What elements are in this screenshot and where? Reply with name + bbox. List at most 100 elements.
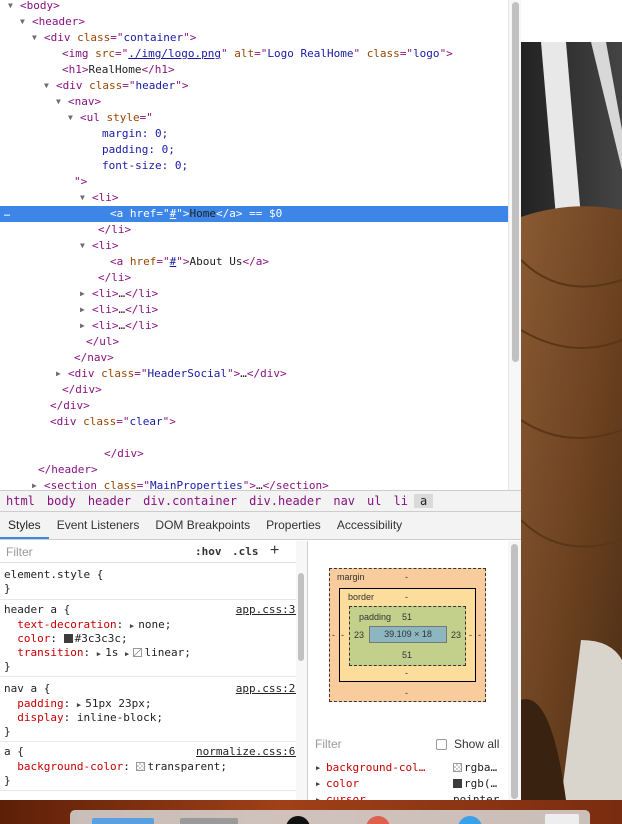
rule-end[interactable]: } — [4, 660, 11, 674]
expand-triangle-icon[interactable]: ▼ — [44, 78, 53, 94]
breadcrumb-html[interactable]: html — [0, 494, 41, 508]
dom-node[interactable]: ▼ <body> — [0, 0, 508, 14]
elements-dom-tree[interactable]: ▼ <body> ▼ <header> ▼ <div class="container">… — [0, 0, 508, 490]
computed-property[interactable]: ▶ color rgb(… — [308, 776, 508, 792]
breadcrumb-div-container[interactable]: div.container — [137, 494, 243, 508]
style-rule-selector[interactable]: nav a { — [4, 682, 50, 696]
dom-node[interactable]: </header> — [0, 462, 508, 478]
show-all-checkbox[interactable] — [436, 739, 447, 750]
dom-node[interactable]: ▼ <div class="container"> — [0, 30, 508, 46]
class-toggle[interactable]: .cls — [232, 545, 259, 558]
collapse-triangle-icon[interactable]: ▶ — [56, 366, 65, 382]
css-declaration[interactable]: transition: ▶ 1s ▶ linear; — [4, 646, 191, 660]
border-top-value[interactable]: - — [405, 592, 408, 602]
computed-scrollbar[interactable] — [508, 541, 521, 800]
dom-node[interactable] — [0, 430, 508, 446]
css-declaration[interactable]: display: inline-block; — [4, 711, 163, 725]
dom-node[interactable]: </li> — [0, 222, 508, 238]
breadcrumb-body[interactable]: body — [41, 494, 82, 508]
rule-end[interactable]: } — [4, 582, 11, 596]
expand-triangle-icon[interactable]: ▶ — [316, 776, 320, 792]
dom-node[interactable]: <img src="./img/logo.png" alt="Logo Real… — [0, 46, 508, 62]
rule-source-link[interactable]: app.css:39 — [236, 603, 302, 616]
dom-node[interactable]: <a href="#">About Us</a> — [0, 254, 508, 270]
dom-node[interactable]: ▼ <nav> — [0, 94, 508, 110]
padding-top-value[interactable]: 51 — [402, 612, 412, 622]
css-declaration[interactable]: background-color: transparent; — [4, 760, 227, 774]
expand-triangle-icon[interactable]: ▼ — [20, 14, 29, 30]
dom-node[interactable]: <div class="clear"> — [0, 414, 508, 430]
rule-source-link[interactable]: app.css:20 — [236, 682, 302, 695]
margin-bottom-value[interactable]: - — [405, 688, 408, 698]
computed-property[interactable]: ▶ cursor pointer — [308, 792, 508, 800]
rule-end[interactable]: } — [4, 725, 11, 739]
dom-node[interactable]: ▼ <header> — [0, 14, 508, 30]
expand-triangle-icon[interactable]: ▼ — [68, 110, 77, 126]
hover-state-toggle[interactable]: :hov — [195, 545, 222, 558]
expand-triangle-icon[interactable]: ▼ — [56, 94, 65, 110]
breadcrumb-a[interactable]: a — [413, 494, 434, 508]
css-declaration[interactable]: padding: ▶ 51px 23px; — [4, 697, 151, 711]
css-declaration[interactable]: text-decoration: ▶ none; — [4, 618, 171, 632]
padding-left-value[interactable]: 23 — [354, 630, 364, 640]
color-swatch-icon[interactable] — [63, 634, 73, 643]
dom-node[interactable]: </div> — [0, 446, 508, 462]
dom-node[interactable]: ▶ <li>…</li> — [0, 318, 508, 334]
breadcrumb-ul[interactable]: ul — [361, 494, 387, 508]
collapse-triangle-icon[interactable]: ▶ — [80, 302, 89, 318]
rule-end[interactable]: } — [4, 774, 11, 788]
collapse-triangle-icon[interactable]: ▶ — [80, 318, 89, 334]
dom-node[interactable]: </nav> — [0, 350, 508, 366]
dom-node[interactable]: ▼ <li> — [0, 238, 508, 254]
expand-triangle-icon[interactable]: ▼ — [8, 0, 17, 14]
dom-node[interactable]: ▶ <li>…</li> — [0, 286, 508, 302]
margin-top-value[interactable]: - — [405, 572, 408, 582]
show-all-label[interactable]: Show all — [454, 737, 499, 751]
dom-node[interactable]: </ul> — [0, 334, 508, 350]
expand-triangle-icon[interactable]: ▼ — [32, 30, 41, 46]
border-right-value[interactable]: - — [469, 630, 472, 640]
border-left-value[interactable]: - — [341, 630, 344, 640]
breadcrumb-li[interactable]: li — [387, 494, 413, 508]
computed-property[interactable]: ▶ background-col… rgba… — [308, 760, 508, 776]
dom-node[interactable]: "> — [0, 174, 508, 190]
style-rule-selector[interactable]: a { — [4, 745, 24, 759]
box-model-content[interactable]: 39.109 × 18 — [369, 626, 447, 643]
tab-styles[interactable]: Styles — [0, 512, 49, 539]
dom-node[interactable]: font-size: 0; — [0, 158, 508, 174]
styles-scrollbar[interactable] — [296, 541, 307, 800]
css-declaration[interactable]: color: #3c3c3c; — [4, 632, 127, 646]
tab-properties[interactable]: Properties — [258, 512, 329, 539]
styles-filter-input[interactable]: Filter — [6, 545, 33, 559]
computed-filter-input[interactable]: Filter — [315, 737, 342, 751]
margin-left-value[interactable]: - — [332, 630, 335, 640]
scrollbar-thumb[interactable] — [512, 2, 519, 362]
breadcrumb-nav[interactable]: nav — [327, 494, 361, 508]
dom-node[interactable]: ▶ <div class="HeaderSocial">…</div> — [0, 366, 508, 382]
rule-source-link[interactable]: normalize.css:68 — [196, 745, 302, 758]
expand-triangle-icon[interactable]: ▼ — [80, 190, 89, 206]
expand-triangle-icon[interactable]: ▶ — [316, 792, 320, 800]
padding-right-value[interactable]: 23 — [451, 630, 461, 640]
dom-node[interactable]: ▼ <ul style=" — [0, 110, 508, 126]
expand-triangle-icon[interactable]: ▶ — [316, 760, 320, 776]
scrollbar-thumb[interactable] — [511, 544, 518, 799]
dom-node[interactable]: ▼ <li> — [0, 190, 508, 206]
new-style-rule-button[interactable]: + — [270, 542, 279, 560]
tab-event-listeners[interactable]: Event Listeners — [49, 512, 148, 539]
collapse-triangle-icon[interactable]: ▶ — [80, 286, 89, 302]
dom-tree-scrollbar[interactable] — [508, 0, 521, 490]
dom-node[interactable]: ▶ <li>…</li> — [0, 302, 508, 318]
color-swatch-icon[interactable] — [136, 762, 146, 771]
dom-node[interactable]: </div> — [0, 382, 508, 398]
dom-node[interactable]: </div> — [0, 398, 508, 414]
dom-node[interactable]: <h1>RealHome</h1> — [0, 62, 508, 78]
element-style-rule[interactable]: element.style { — [4, 568, 103, 582]
border-bottom-value[interactable]: - — [405, 668, 408, 678]
padding-bottom-value[interactable]: 51 — [402, 650, 412, 660]
dom-node[interactable]: padding: 0; — [0, 142, 508, 158]
tab-accessibility[interactable]: Accessibility — [329, 512, 410, 539]
collapse-triangle-icon[interactable]: ▶ — [32, 478, 41, 490]
dom-node[interactable]: margin: 0; — [0, 126, 508, 142]
dom-node[interactable]: </li> — [0, 270, 508, 286]
